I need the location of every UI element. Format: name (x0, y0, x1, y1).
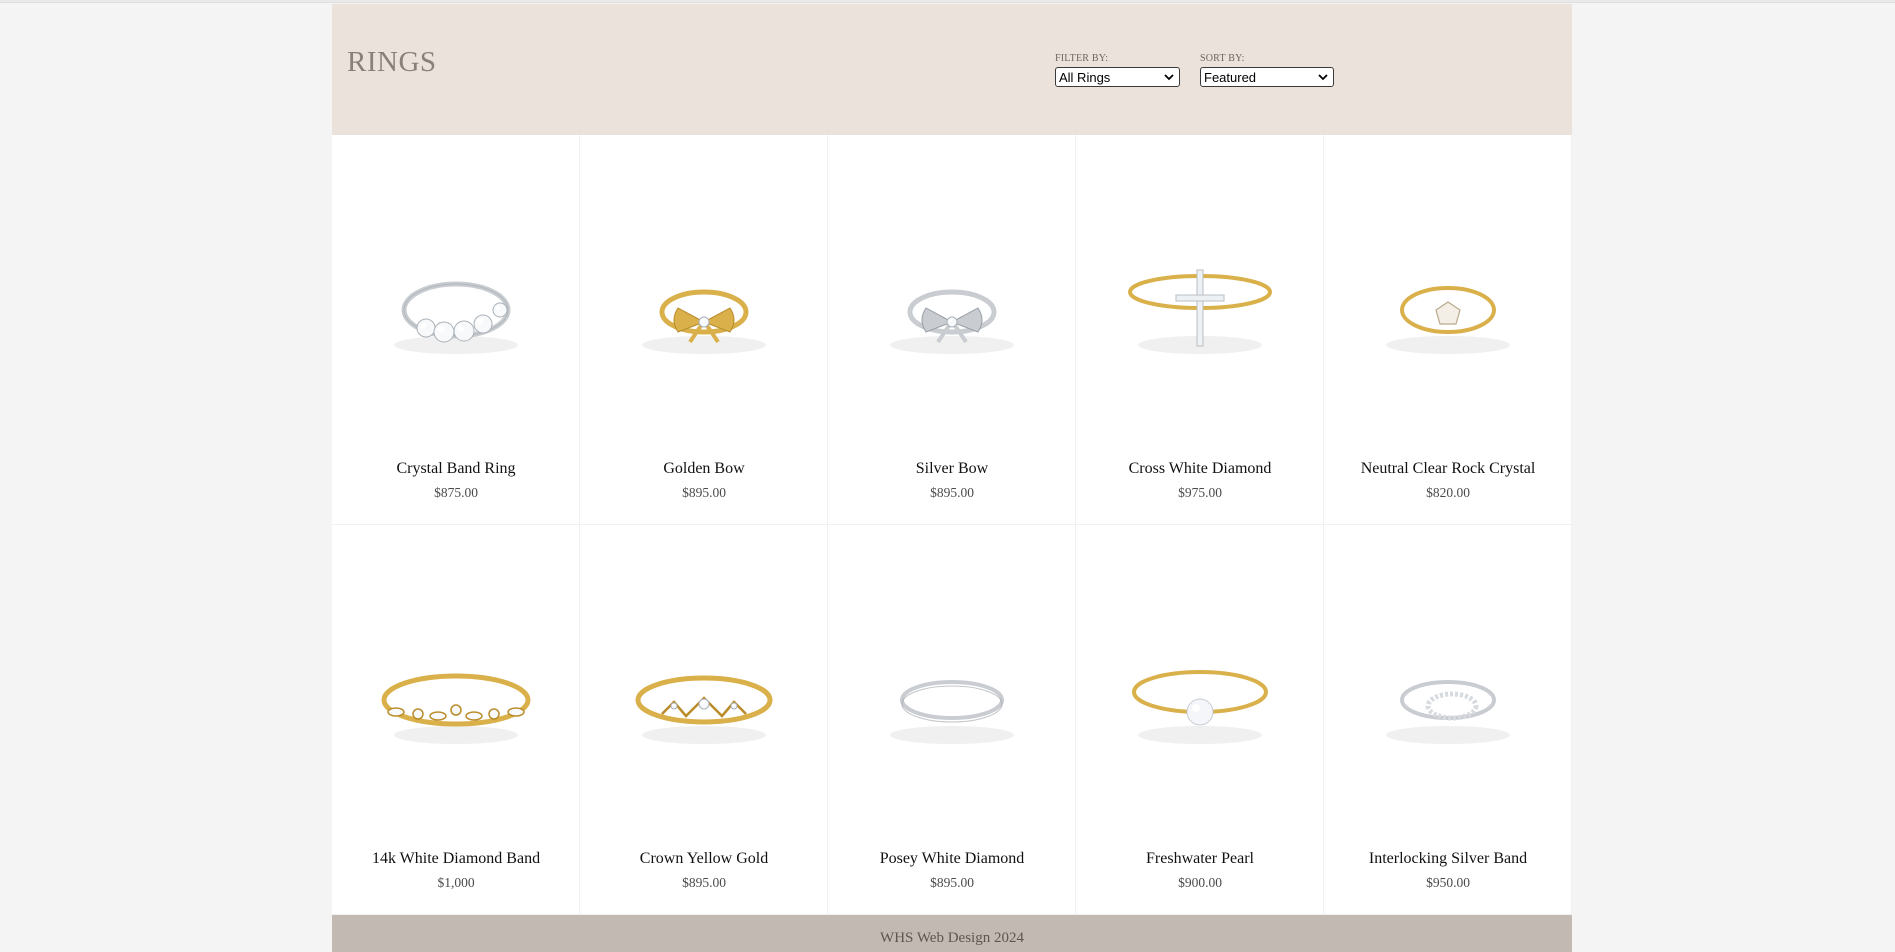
product-name[interactable]: Freshwater Pearl (1076, 850, 1324, 868)
product-price: $895.00 (682, 485, 726, 500)
product-image[interactable] (1324, 175, 1572, 425)
posey-ring-icon (890, 680, 1014, 744)
product-image[interactable] (828, 565, 1076, 815)
product-grid: Crystal Band Ring $875.00 Golden Bow $895.… (332, 135, 1572, 915)
product-name[interactable]: Crown Yellow Gold (580, 850, 828, 868)
product-image[interactable] (332, 565, 580, 815)
product-price: $895.00 (930, 875, 974, 890)
filter-label: FILTER BY: (1055, 53, 1109, 64)
product-card[interactable]: Silver Bow $895.00 (828, 135, 1076, 525)
browser-top-edge (0, 0, 1895, 3)
diamond-band-ring-icon (381, 673, 531, 744)
chevron-down-icon (1318, 74, 1328, 81)
product-card[interactable]: Posey White Diamond $895.00 (828, 525, 1076, 915)
product-card[interactable]: 14k White Diamond Band $1,000 (332, 525, 580, 915)
golden-bow-ring-icon (642, 289, 766, 354)
product-price: $895.00 (682, 875, 726, 890)
product-name[interactable]: Neutral Clear Rock Crystal (1324, 460, 1572, 478)
product-image[interactable] (1324, 565, 1572, 815)
product-name[interactable]: Silver Bow (828, 460, 1076, 478)
product-image[interactable] (580, 565, 828, 815)
product-image[interactable] (828, 175, 1076, 425)
sort-label: SORT BY: (1200, 53, 1245, 64)
product-image[interactable] (1076, 175, 1324, 425)
product-name[interactable]: Golden Bow (580, 460, 828, 478)
crystal-band-ring-icon (394, 281, 518, 354)
filter-select[interactable]: All Rings (1055, 67, 1180, 87)
rock-crystal-ring-icon (1386, 286, 1510, 354)
product-name[interactable]: Crystal Band Ring (332, 460, 580, 478)
product-image[interactable] (580, 175, 828, 425)
page-footer: WHS Web Design 2024 (332, 915, 1572, 952)
product-card[interactable]: Crown Yellow Gold $895.00 (580, 525, 828, 915)
product-name[interactable]: Cross White Diamond (1076, 460, 1324, 478)
product-card[interactable]: Interlocking Silver Band $950.00 (1324, 525, 1572, 915)
page-container: RINGS FILTER BY: All Rings SORT BY: Feat… (332, 4, 1572, 952)
cross-ring-icon (1128, 269, 1272, 354)
product-price: $975.00 (1178, 485, 1222, 500)
product-name[interactable]: Posey White Diamond (828, 850, 1076, 868)
product-card[interactable]: Cross White Diamond $975.00 (1076, 135, 1324, 525)
product-price: $900.00 (1178, 875, 1222, 890)
product-price: $820.00 (1426, 485, 1470, 500)
product-card[interactable]: Neutral Clear Rock Crystal $820.00 (1324, 135, 1572, 525)
product-price: $1,000 (437, 875, 475, 890)
product-image[interactable] (1076, 565, 1324, 815)
page-header: RINGS FILTER BY: All Rings SORT BY: Feat… (332, 4, 1572, 135)
sort-control: SORT BY: Featured (1200, 53, 1334, 87)
product-name[interactable]: 14k White Diamond Band (332, 850, 580, 868)
filter-value: All Rings (1059, 69, 1111, 85)
product-image[interactable] (332, 175, 580, 425)
product-card[interactable]: Freshwater Pearl $900.00 (1076, 525, 1324, 915)
interlocking-ring-icon (1386, 680, 1510, 744)
silver-bow-ring-icon (890, 289, 1014, 354)
page-title: RINGS (347, 46, 437, 78)
sort-select[interactable]: Featured (1200, 67, 1334, 87)
sort-value: Featured (1204, 69, 1257, 85)
chevron-down-icon (1164, 74, 1174, 81)
product-card[interactable]: Golden Bow $895.00 (580, 135, 828, 525)
product-price: $875.00 (434, 485, 478, 500)
filter-control: FILTER BY: All Rings (1055, 53, 1180, 87)
pearl-ring-icon (1132, 670, 1268, 744)
product-price: $950.00 (1426, 875, 1470, 890)
crown-ring-icon (635, 675, 773, 744)
product-price: $895.00 (930, 485, 974, 500)
product-card[interactable]: Crystal Band Ring $875.00 (332, 135, 580, 525)
product-name[interactable]: Interlocking Silver Band (1324, 850, 1572, 868)
